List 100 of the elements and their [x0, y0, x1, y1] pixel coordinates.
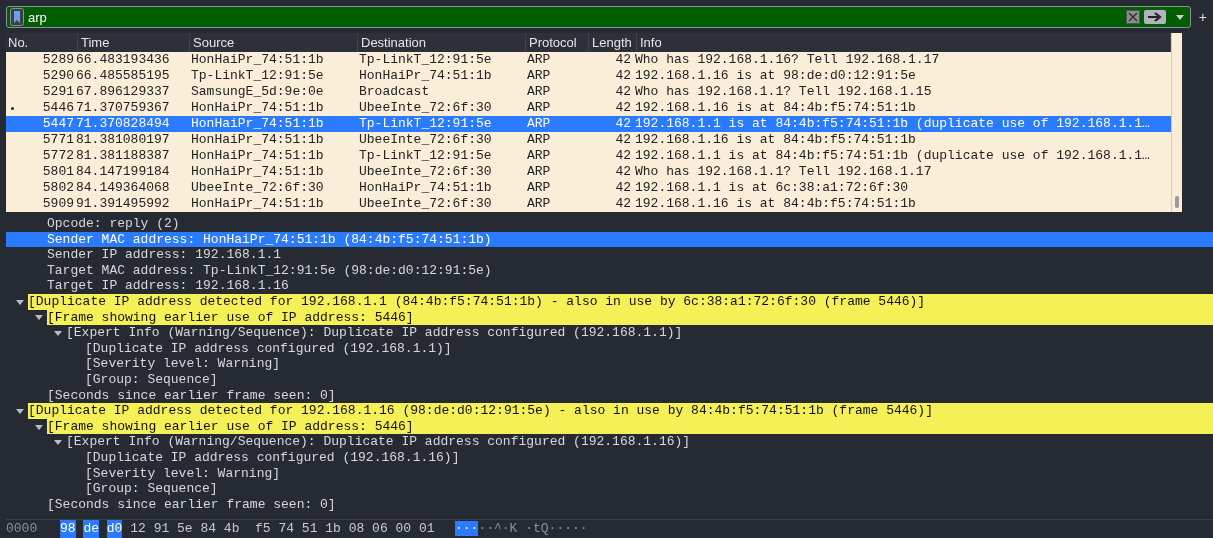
table-cell-text: 42	[614, 100, 632, 116]
packet-row[interactable]: 5772 81.381188387 HonHaiPr_74:51:1b Tp-LinkT_12:91:5e ARP 42 192.168.1.1 is at 84:4b:f5:74:51:1b (duplicate use of 192.168.1.1…	[6, 148, 1171, 164]
column-header[interactable]: Length	[589, 33, 637, 52]
expanded-arrow-icon[interactable]	[16, 297, 24, 306]
bookmark-icon[interactable]	[10, 8, 24, 26]
table-cell-text: 71.370828494	[76, 116, 171, 132]
clear-icon[interactable]	[1125, 10, 1140, 24]
table-cell-text: 5909	[41, 196, 75, 212]
table-cell-text: HonHaiPr_74:51:1b	[190, 100, 325, 116]
hex-byte[interactable]: 12	[130, 520, 146, 538]
ascii-text[interactable]: ···	[455, 521, 479, 536]
ascii-text[interactable]: ··^·K ·tQ·····	[478, 521, 588, 536]
table-cell-text: ARP	[526, 116, 552, 132]
hex-byte[interactable]: d0	[106, 520, 123, 538]
table-cell-text: 81.381188387	[76, 148, 171, 164]
field-label: [Seconds since earlier frame seen: 0]	[47, 387, 336, 404]
column-header[interactable]: Time	[78, 33, 190, 52]
display-filter-field[interactable]: arp	[6, 6, 1191, 28]
dropdown-caret-icon[interactable]	[1175, 14, 1184, 20]
byte-offset: 0000	[6, 520, 39, 538]
table-cell-text: Tp-LinkT_12:91:5e	[190, 68, 325, 84]
column-header[interactable]: Protocol	[526, 33, 589, 52]
table-cell-text: 5447	[41, 116, 75, 132]
table-cell-text: ARP	[526, 68, 552, 84]
table-cell-text: UbeeInte_72:6f:30	[358, 164, 493, 180]
tree-row[interactable]: [Severity level: Warning]	[6, 465, 1213, 482]
table-cell-text: 5802	[41, 180, 75, 196]
hex-byte[interactable]: 1b	[325, 520, 341, 538]
packet-row[interactable]: 5909 91.391495992 HonHaiPr_74:51:1b UbeeInte_72:6f:30 ARP 42 192.168.1.16 is at 84:4b:f5:74:51:1b	[6, 196, 1171, 212]
table-cell-text: Broadcast	[358, 84, 431, 100]
field-label: [Seconds since earlier frame seen: 0]	[47, 496, 336, 513]
column-header[interactable]: Source	[190, 33, 358, 52]
table-cell-text: ARP	[526, 52, 552, 68]
scrollbar[interactable]	[1171, 33, 1182, 212]
table-cell-text: 42	[614, 84, 632, 100]
table-cell-text: 5772	[41, 148, 75, 164]
tree-row[interactable]: Sender MAC address: HonHaiPr_74:51:1b (84:4b:f5:74:51:1b)	[6, 231, 1213, 248]
table-cell-text: HonHaiPr_74:51:1b	[358, 68, 493, 84]
tree-row[interactable]: [Seconds since earlier frame seen: 0]	[6, 496, 1213, 513]
tree-row[interactable]: [Seconds since earlier frame seen: 0]	[6, 387, 1213, 404]
table-cell-text: 84.149364068	[76, 180, 171, 196]
expanded-arrow-icon[interactable]	[35, 313, 43, 322]
field-label: Target IP address: 192.168.1.16	[47, 278, 289, 294]
add-filter-button[interactable]: +	[1196, 9, 1213, 25]
tree-row[interactable]: [Expert Info (Warning/Sequence): Duplicate IP address configured (192.168.1.1)]	[6, 325, 1213, 341]
hex-byte[interactable]: 51	[301, 520, 318, 538]
hex-byte[interactable]: 91	[153, 520, 170, 538]
tree-row[interactable]: [Duplicate IP address configured (192.168.1.16)]	[6, 449, 1213, 466]
table-cell-text: 5446	[41, 100, 75, 116]
expanded-arrow-icon[interactable]	[54, 438, 62, 447]
field-label: [Duplicate IP address configured (192.168.1.16)]	[85, 449, 460, 466]
field-label: [Group: Sequence]	[85, 371, 218, 388]
tree-row[interactable]: [Expert Info (Warning/Sequence): Duplicate IP address configured (192.168.1.16)]	[6, 434, 1213, 450]
hex-byte[interactable]: 08	[348, 520, 365, 538]
packet-row[interactable]: 5801 84.147199184 HonHaiPr_74:51:1b UbeeInte_72:6f:30 ARP 42 Who has 192.168.1.1? Tell 192.168.1.17	[6, 164, 1171, 180]
table-cell-text: 192.168.1.16 is at 84:4b:f5:74:51:1b	[635, 196, 917, 212]
tree-row[interactable]: Opcode: reply (2)	[6, 216, 1213, 232]
field-label: Sender MAC address: HonHaiPr_74:51:1b (84:4b:f5:74:51:1b)	[47, 231, 492, 248]
expanded-arrow-icon[interactable]	[16, 406, 24, 415]
packet-row[interactable]: 5446 71.370759367 HonHaiPr_74:51:1b UbeeInte_72:6f:30 ARP 42 192.168.1.16 is at 84:4b:f5:74:51:1b	[6, 100, 1171, 116]
column-header[interactable]: No.	[6, 33, 78, 52]
packet-row[interactable]: 5771 81.381080197 HonHaiPr_74:51:1b UbeeInte_72:6f:30 ARP 42 192.168.1.16 is at 84:4b:f5:74:51:1b	[6, 132, 1171, 148]
hex-byte[interactable]: 74	[278, 520, 295, 538]
table-cell-text: 42	[614, 52, 632, 68]
tree-row[interactable]: Sender IP address: 192.168.1.1	[6, 247, 1213, 263]
tree-row[interactable]: [Group: Sequence]	[6, 481, 1213, 497]
hex-byte[interactable]: f5	[255, 520, 271, 538]
hex-byte[interactable]: 84	[200, 520, 217, 538]
table-cell-text: 192.168.1.16 is at 98:de:d0:12:91:5e	[635, 68, 917, 84]
field-label: Sender IP address: 192.168.1.1	[47, 247, 282, 263]
expanded-arrow-icon[interactable]	[54, 328, 62, 337]
tree-row[interactable]: [Group: Sequence]	[6, 371, 1213, 388]
table-cell-text: UbeeInte_72:6f:30	[358, 196, 493, 212]
packet-row[interactable]: 5290 66.485585195 Tp-LinkT_12:91:5e HonHaiPr_74:51:1b ARP 42 192.168.1.16 is at 98:de:d0:12:91:5e	[6, 68, 1171, 84]
hex-byte[interactable]: 4b	[223, 520, 240, 538]
field-label: [Duplicate IP address configured (192.168.1.1)]	[85, 340, 452, 357]
table-cell-text: 5771	[41, 132, 75, 148]
table-cell-text: 192.168.1.1 is at 6c:38:a1:72:6f:30	[635, 180, 910, 196]
table-cell-text: 192.168.1.16 is at 84:4b:f5:74:51:1b	[635, 132, 917, 148]
tree-row[interactable]: Target IP address: 192.168.1.16	[6, 278, 1213, 294]
packet-row[interactable]: 5289 66.483193436 HonHaiPr_74:51:1b Tp-LinkT_12:91:5e ARP 42 Who has 192.168.1.16? Tell 192.168.1.17	[6, 52, 1171, 68]
field-label: Opcode: reply (2)	[47, 216, 180, 232]
packet-row[interactable]: 5447 71.370828494 HonHaiPr_74:51:1b Tp-LinkT_12:91:5e ARP 42 192.168.1.1 is at 84:4b:f5:74:51:1b (duplicate use of 192.168.1.1…	[6, 116, 1171, 132]
tree-row[interactable]: Target MAC address: Tp-LinkT_12:91:5e (98:de:d0:12:91:5e)	[6, 262, 1213, 279]
hex-byte[interactable]: 01	[418, 520, 435, 538]
packet-row[interactable]: 5291 67.896129337 SamsungE_5d:9e:0e Broadcast ARP 42 Who has 192.168.1.1? Tell 192.168.1.15	[6, 84, 1171, 100]
hex-byte[interactable]: de	[83, 520, 99, 538]
field-label: [Expert Info (Warning/Sequence): Duplicate IP address configured (192.168.1.1)]	[66, 325, 683, 341]
tree-row[interactable]: [Severity level: Warning]	[6, 356, 1213, 372]
table-cell-text: 5289	[41, 52, 75, 68]
column-header[interactable]: Destination	[358, 33, 526, 52]
hex-byte[interactable]: 06	[372, 520, 388, 538]
table-cell-text: 192.168.1.1 is at 84:4b:f5:74:51:1b (duplicate use of 192.168.1.1…	[635, 148, 1151, 164]
tree-row[interactable]: [Duplicate IP address configured (192.168.1.1)]	[6, 340, 1213, 357]
hex-byte[interactable]: 5e	[177, 520, 193, 538]
hex-byte[interactable]: 98	[60, 520, 76, 538]
packet-row[interactable]: 5802 84.149364068 UbeeInte_72:6f:30 HonHaiPr_74:51:1b ARP 42 192.168.1.1 is at 6c:38:a1:72:6f:30	[6, 180, 1171, 196]
table-cell-text: SamsungE_5d:9e:0e	[190, 84, 325, 100]
hex-byte[interactable]: 00	[395, 520, 412, 538]
expanded-arrow-icon[interactable]	[35, 422, 43, 431]
